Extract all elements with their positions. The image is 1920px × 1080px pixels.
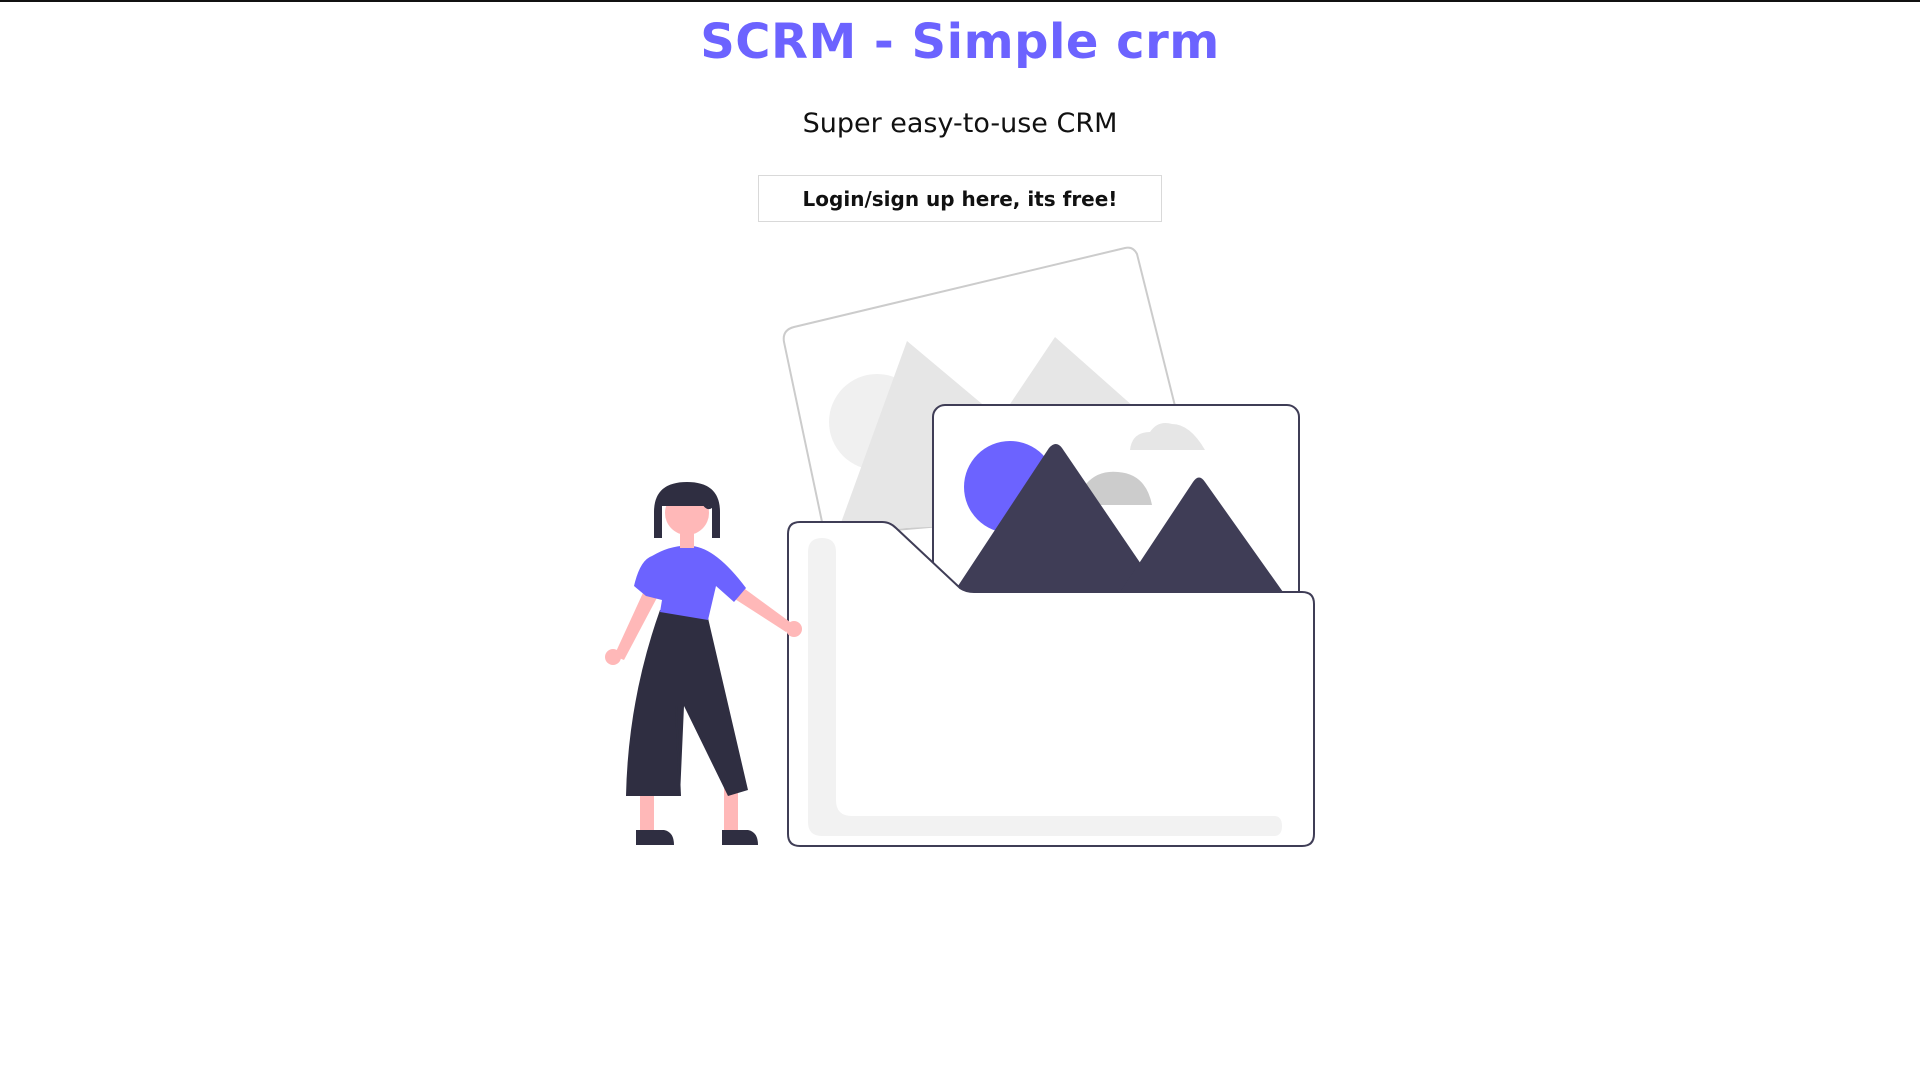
person-figure: [605, 482, 802, 845]
page-subtitle: Super easy-to-use CRM: [802, 108, 1118, 139]
top-border: [0, 0, 1920, 2]
right-shoe: [722, 830, 758, 845]
person-with-image-folder-illustration: [605, 246, 1315, 847]
login-signup-button[interactable]: Login/sign up here, its free!: [758, 175, 1162, 222]
pants: [626, 610, 748, 796]
left-shoe: [636, 830, 674, 845]
landing-page: SCRM - Simple crm Super easy-to-use CRM …: [0, 0, 1920, 1080]
page-title: SCRM - Simple crm: [700, 14, 1220, 70]
